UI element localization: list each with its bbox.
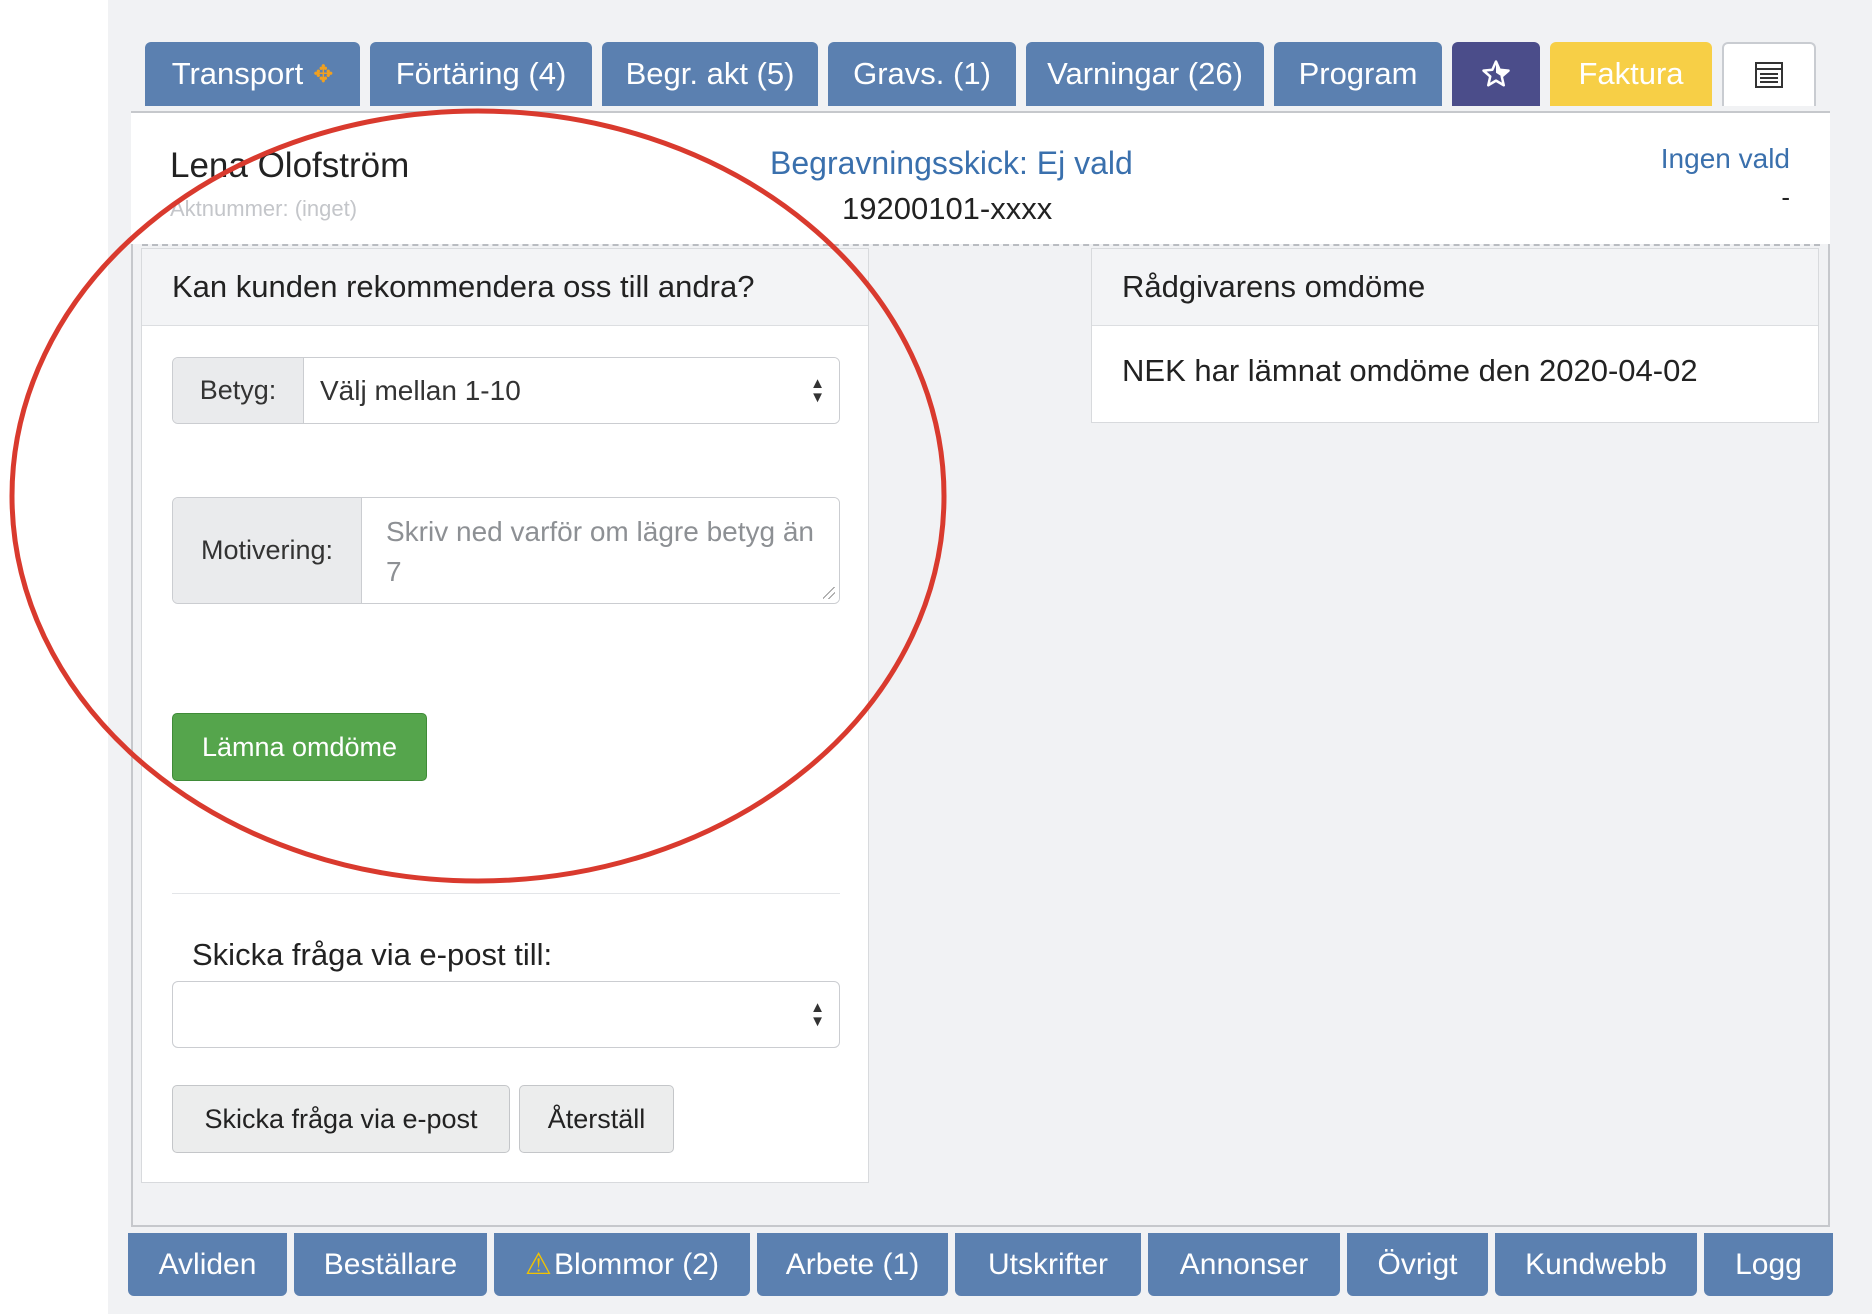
tab-varningar-label: Varningar (26) [1047,56,1243,91]
tab-faktura[interactable]: Faktura [1550,42,1712,106]
tab-arbete[interactable]: Arbete (1) [757,1233,948,1296]
tab-logg[interactable]: Logg [1704,1233,1833,1296]
personnummer: 19200101-xxxx [842,191,1053,226]
tab-gravs[interactable]: Gravs. (1) [828,42,1016,106]
tab-utskrifter[interactable]: Utskrifter [955,1233,1141,1296]
resize-grip-icon[interactable] [823,587,835,599]
betyg-label: Betyg: [173,358,304,423]
tab-program-label: Program [1298,56,1418,91]
submit-rating-button[interactable]: Lämna omdöme [172,713,427,781]
section-separator [172,893,840,894]
recommend-card: Kan kunden rekommendera oss till andra? … [141,248,869,1183]
tab-list-view[interactable] [1722,42,1816,106]
email-recipient-label: Skicka fråga via e-post till: [192,937,553,972]
tab-transport-label: Transport [171,56,304,91]
tab-fortaring[interactable]: Förtäring (4) [370,42,592,106]
select-arrows-icon: ▲ ▼ [810,374,825,406]
deceased-name: Lena Olofström [170,146,410,185]
motivering-label: Motivering: [173,498,362,603]
header-divider [142,244,1820,246]
send-email-button[interactable]: Skicka fråga via e-post [172,1085,510,1153]
tab-logg-label: Logg [1735,1247,1802,1281]
tab-kundwebb[interactable]: Kundwebb [1495,1233,1697,1296]
move-icon: ✥ [313,60,334,88]
tab-blommor-label: Blommor (2) [553,1247,719,1281]
tab-varningar[interactable]: Varningar (26) [1026,42,1264,106]
motivering-placeholder: Skriv ned varför om lägre betyg än 7 [386,516,814,587]
betyg-select[interactable]: Välj mellan 1-10 ▲ ▼ [304,358,839,423]
tab-ovrigt-label: Övrigt [1377,1247,1458,1281]
begravningsskick-link[interactable]: Begravningsskick: Ej vald [770,145,1133,182]
tab-favorites[interactable] [1452,42,1540,106]
tab-begr-akt-label: Begr. akt (5) [625,56,795,91]
reset-button[interactable]: Återställ [519,1085,674,1153]
tab-kundwebb-label: Kundwebb [1525,1247,1667,1281]
tab-avliden[interactable]: Avliden [128,1233,287,1296]
motivering-textarea[interactable]: Skriv ned varför om lägre betyg än 7 [362,498,839,603]
bottom-tab-bar: Avliden Beställare ⚠ Blommor (2) Arbete … [128,1233,1840,1296]
list-icon [1755,62,1783,88]
tab-begr-akt[interactable]: Begr. akt (5) [602,42,818,106]
top-tab-bar: Transport ✥ Förtäring (4) Begr. akt (5) … [145,42,1826,106]
star-icon [1482,60,1510,87]
tab-annonser-label: Annonser [1179,1247,1309,1281]
akt-number: Aktnummer: (inget) [170,196,358,221]
tab-bestallare[interactable]: Beställare [294,1233,487,1296]
tab-transport[interactable]: Transport ✥ [145,42,360,106]
tab-gravs-label: Gravs. (1) [853,56,991,91]
motivering-input-group: Motivering: Skriv ned varför om lägre be… [172,497,840,604]
recommend-card-title: Kan kunden rekommendera oss till andra? [142,249,868,326]
betyg-input-group: Betyg: Välj mellan 1-10 ▲ ▼ [172,357,840,424]
email-recipient-select[interactable]: ▲ ▼ [172,981,840,1048]
tab-bestallare-label: Beställare [323,1247,458,1281]
advisor-card-title: Rådgivarens omdöme [1092,249,1818,326]
tab-blommor[interactable]: ⚠ Blommor (2) [494,1233,750,1296]
ingen-vald-link[interactable]: Ingen vald [1661,143,1790,175]
tab-utskrifter-label: Utskrifter [988,1247,1108,1281]
advisor-rating-text: NEK har lämnat omdöme den 2020-04-02 [1122,353,1698,388]
tab-program[interactable]: Program [1274,42,1442,106]
tab-ovrigt[interactable]: Övrigt [1347,1233,1488,1296]
tab-arbete-label: Arbete (1) [785,1247,920,1281]
betyg-select-value: Välj mellan 1-10 [320,374,521,406]
select-arrows-icon: ▲ ▼ [810,998,825,1030]
tab-fortaring-label: Förtäring (4) [395,56,567,91]
tab-avliden-label: Avliden [158,1247,257,1281]
empty-value-dash: - [1781,182,1790,212]
advisor-rating-card: Rådgivarens omdöme NEK har lämnat omdöme… [1091,248,1819,423]
tab-annonser[interactable]: Annonser [1148,1233,1340,1296]
warning-icon: ⚠ [525,1248,552,1281]
tab-faktura-label: Faktura [1578,56,1684,91]
